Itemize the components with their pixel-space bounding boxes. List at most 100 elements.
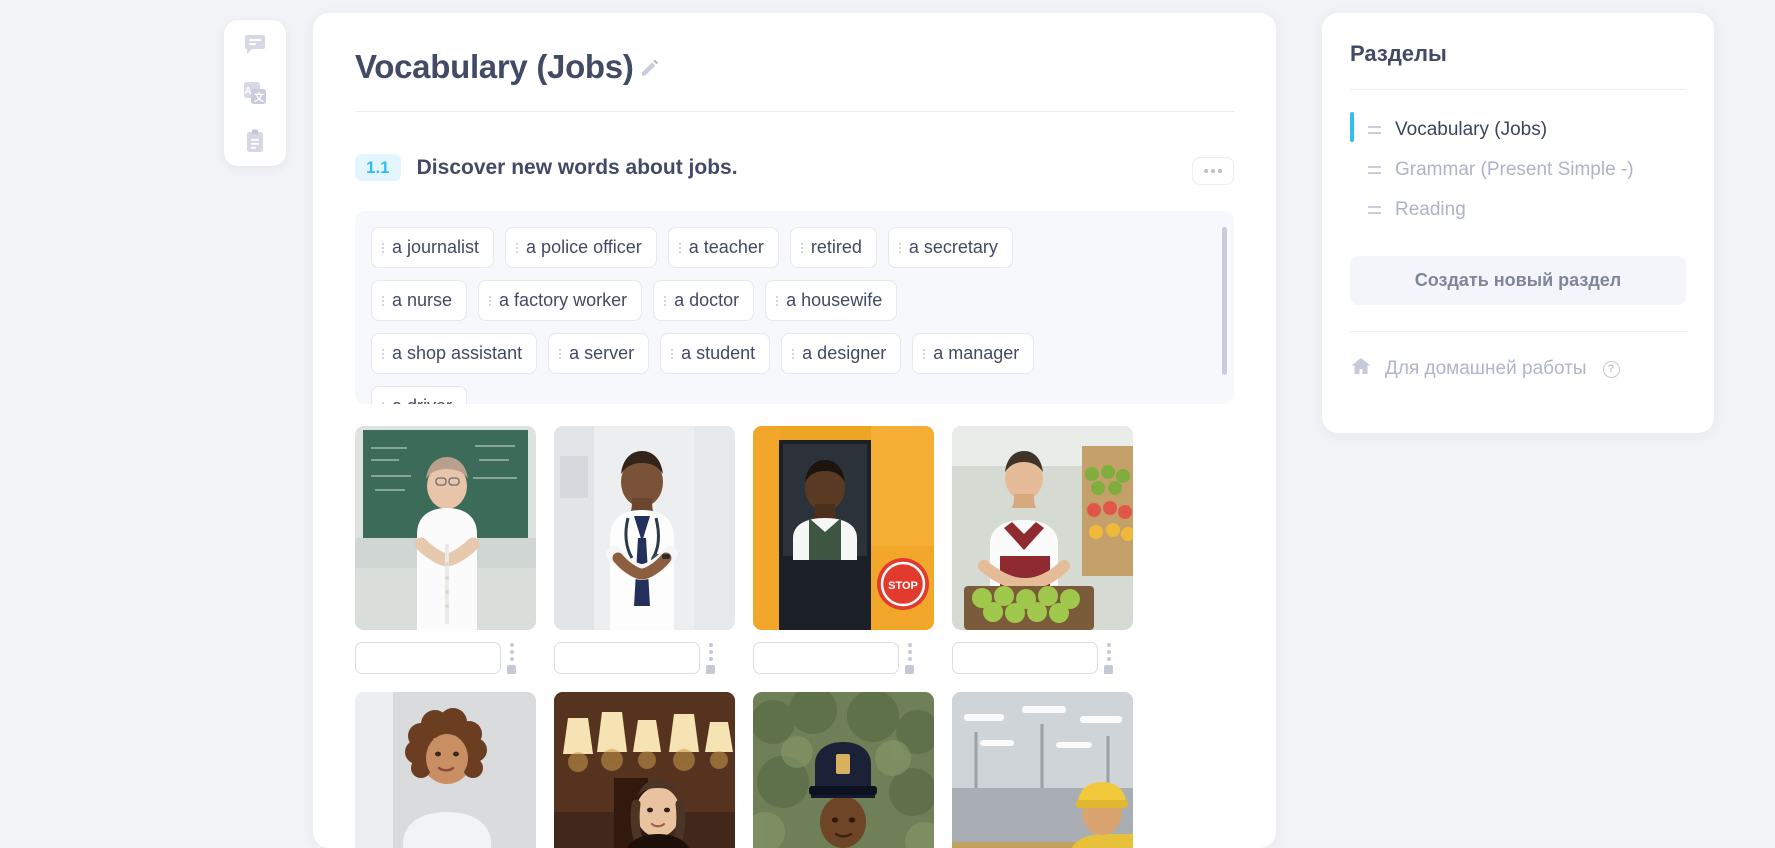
word-bank-scroll: a journalist a police officer a teacher [371,227,1220,405]
word-chip-label: a server [569,343,635,364]
drag-handle-icon[interactable] [382,348,385,359]
word-chip-label: a student [681,343,756,364]
drag-handle-icon[interactable] [664,295,667,306]
translate-icon[interactable]: A 文 [241,79,269,107]
left-toolbar: A 文 [224,20,286,166]
divider [1350,331,1686,332]
drag-handle-icon[interactable] [800,242,804,253]
comment-icon[interactable] [1104,664,1113,674]
word-chip[interactable]: a teacher [667,227,779,269]
answer-row [554,642,735,675]
word-chip-label: a factory worker [499,290,628,311]
sidebar-item-vocabulary[interactable]: Vocabulary (Jobs) [1350,110,1686,150]
sidebar-item-label: Grammar (Present Simple -) [1395,159,1634,180]
homework-row[interactable]: Для домашней работы ? [1350,356,1686,382]
word-chip-label: a police officer [526,237,642,258]
word-chip-label: a doctor [674,290,740,311]
answer-input[interactable] [753,642,899,675]
more-options-icon[interactable] [1106,642,1111,661]
word-chip[interactable]: a secretary [887,227,1013,269]
drag-handle-icon[interactable] [382,295,385,306]
page-title: Vocabulary (Jobs) [355,48,634,85]
image-thumbnail[interactable] [554,692,735,848]
word-chip[interactable]: a server [548,333,650,375]
drag-handle-icon[interactable] [776,295,779,306]
word-chip[interactable]: a nurse [371,280,468,322]
word-bank-scrollbar[interactable] [1222,227,1227,376]
more-options-icon[interactable] [708,642,713,661]
word-chip-label: a shop assistant [392,343,523,364]
create-section-button[interactable]: Создать новый раздел [1350,256,1686,305]
sidebar-item-label: Vocabulary (Jobs) [1395,119,1548,140]
drag-handle-icon[interactable] [678,242,682,253]
drag-handle-icon[interactable] [1368,126,1381,134]
drag-handle-icon[interactable] [559,348,562,359]
drag-handle-icon[interactable] [382,242,385,253]
word-chip[interactable]: a doctor [653,280,755,322]
document-inner: Vocabulary (Jobs) 1.1 Discover new words… [313,13,1276,848]
chip-row: a shop assistant a server a student a de… [371,333,1202,375]
section-title: Discover new words about jobs. [416,155,738,179]
word-chip[interactable]: a driver [371,386,468,405]
clipboard-icon[interactable] [241,127,269,155]
drag-handle-icon[interactable] [1368,206,1381,214]
comment-icon[interactable] [706,664,715,674]
word-chip-label: a driver [392,396,452,404]
drag-handle-icon[interactable] [1368,166,1381,174]
word-chip[interactable]: a police officer [505,227,657,269]
image-thumbnail[interactable] [952,426,1133,631]
chip-row: a journalist a police officer a teacher [371,227,1202,269]
sidebar-item-reading[interactable]: Reading [1350,190,1686,230]
word-chip-label: a housewife [786,290,883,311]
comment-icon[interactable] [905,664,914,674]
answer-input[interactable] [554,642,700,675]
comment-icon[interactable] [241,31,269,59]
drag-handle-icon[interactable] [382,401,385,405]
word-chip[interactable]: a housewife [765,280,898,322]
pencil-icon[interactable] [638,56,660,78]
answer-tools [507,642,516,674]
home-icon [1350,356,1372,382]
word-chip-label: a designer [802,343,887,364]
drag-handle-icon[interactable] [898,242,902,253]
word-chip-label: a journalist [392,237,480,258]
sections-list: Vocabulary (Jobs) Grammar (Present Simpl… [1350,110,1686,230]
drag-handle-icon[interactable] [671,348,674,359]
word-chip[interactable]: a shop assistant [371,333,538,375]
image-thumbnail[interactable] [554,426,735,631]
drag-handle-icon[interactable] [516,242,519,253]
comment-icon[interactable] [507,664,516,674]
more-options-icon[interactable] [907,642,912,661]
image-answer-card [952,692,1133,848]
answer-tools [706,642,715,674]
image-thumbnail[interactable] [355,692,536,848]
word-chip[interactable]: a manager [912,333,1035,375]
svg-text:文: 文 [254,91,265,104]
drag-handle-icon[interactable] [792,348,795,359]
word-chip-label: retired [810,237,862,258]
more-options-icon[interactable] [509,642,514,661]
image-thumbnail[interactable] [753,692,934,848]
image-thumbnail[interactable] [355,426,536,631]
word-chip[interactable]: a designer [781,333,902,375]
word-chip[interactable]: a factory worker [478,280,643,322]
sidebar-item-grammar[interactable]: Grammar (Present Simple -) [1350,150,1686,190]
image-thumbnail[interactable] [952,692,1133,848]
word-chip[interactable]: retired [789,227,877,269]
word-chip[interactable]: a student [660,333,771,375]
question-mark-icon[interactable]: ? [1602,360,1620,378]
chip-row: a driver [371,386,1202,405]
ellipsis-icon[interactable] [1192,157,1234,186]
word-chip-label: a manager [933,343,1020,364]
image-thumbnail[interactable]: STOP [753,426,934,631]
sidebar-item-label: Reading [1395,199,1466,220]
answer-row [355,642,536,675]
drag-handle-icon[interactable] [923,348,926,359]
word-chip[interactable]: a journalist [371,227,495,269]
answer-input[interactable] [952,642,1098,675]
answer-row [753,642,934,675]
answer-input[interactable] [355,642,501,675]
drag-handle-icon[interactable] [489,295,492,306]
answer-row [952,642,1133,675]
image-answer-card [753,692,934,848]
